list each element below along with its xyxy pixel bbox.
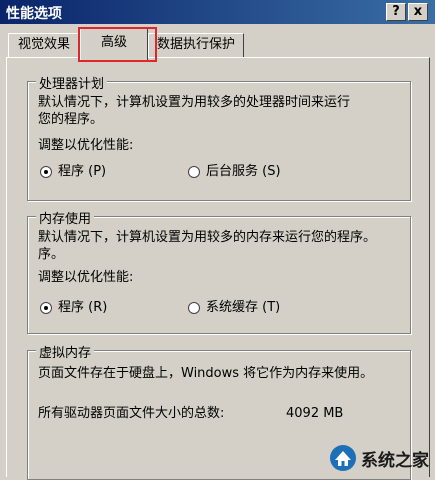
tab-data-execution-prevention[interactable]: 数据执行保护 [148, 33, 244, 57]
site-watermark: 系统之家 [329, 444, 429, 472]
radio-memory-system-cache[interactable] [188, 302, 200, 314]
radio-selected-dot [44, 170, 48, 174]
watermark-text: 系统之家 [361, 450, 429, 471]
memory-description-line1: 默认情况下，计算机设置为用较多的内存来运行您的程序。 [38, 230, 377, 245]
processor-scheduling-group: 处理器计划 默认情况下，计算机设置为用较多的处理器时间来运行 您的程序。 调整以… [27, 73, 411, 201]
memory-usage-group: 内存使用 默认情况下，计算机设置为用较多的内存来运行您的程序。 序。 调整以优化… [27, 208, 411, 334]
processor-scheduling-legend: 处理器计划 [36, 73, 108, 92]
close-button[interactable]: x [408, 3, 428, 21]
radio-processor-background[interactable] [188, 166, 200, 178]
paging-file-total-label: 所有驱动器页面文件大小的总数: [38, 406, 225, 421]
help-button[interactable]: ? [386, 3, 406, 21]
memory-description-line2: 序。 [38, 247, 65, 262]
window-title: 性能选项 [6, 6, 62, 22]
processor-description-line1: 默认情况下，计算机设置为用较多的处理器时间来运行 [38, 95, 351, 110]
processor-background-label[interactable]: 后台服务 (S) [206, 163, 281, 180]
paging-file-total-value: 4092 MB [286, 406, 344, 421]
title-bar: 性能选项 ? x [0, 0, 435, 24]
processor-adjust-label: 调整以优化性能: [38, 138, 134, 153]
processor-programs-label[interactable]: 程序 (P) [58, 163, 106, 180]
memory-adjust-label: 调整以优化性能: [38, 270, 134, 285]
processor-description-line2: 您的程序。 [38, 112, 104, 127]
advanced-panel: 处理器计划 默认情况下，计算机设置为用较多的处理器时间来运行 您的程序。 调整以… [6, 57, 430, 480]
radio-processor-programs[interactable] [40, 166, 52, 178]
memory-system-cache-label[interactable]: 系统缓存 (T) [206, 299, 280, 316]
memory-programs-label[interactable]: 程序 (R) [58, 299, 107, 316]
virtual-memory-legend: 虚拟内存 [36, 342, 95, 361]
tab-visual-effects[interactable]: 视觉效果 [8, 33, 80, 57]
radio-memory-programs[interactable] [40, 302, 52, 314]
watermark-logo-icon [330, 445, 356, 471]
radio-selected-dot [44, 306, 48, 310]
tab-advanced[interactable]: 高级 [80, 28, 148, 60]
memory-usage-legend: 内存使用 [36, 208, 95, 227]
virtual-memory-description: 页面文件存在于硬盘上，Windows 将它作为内存来使用。 [38, 366, 374, 381]
